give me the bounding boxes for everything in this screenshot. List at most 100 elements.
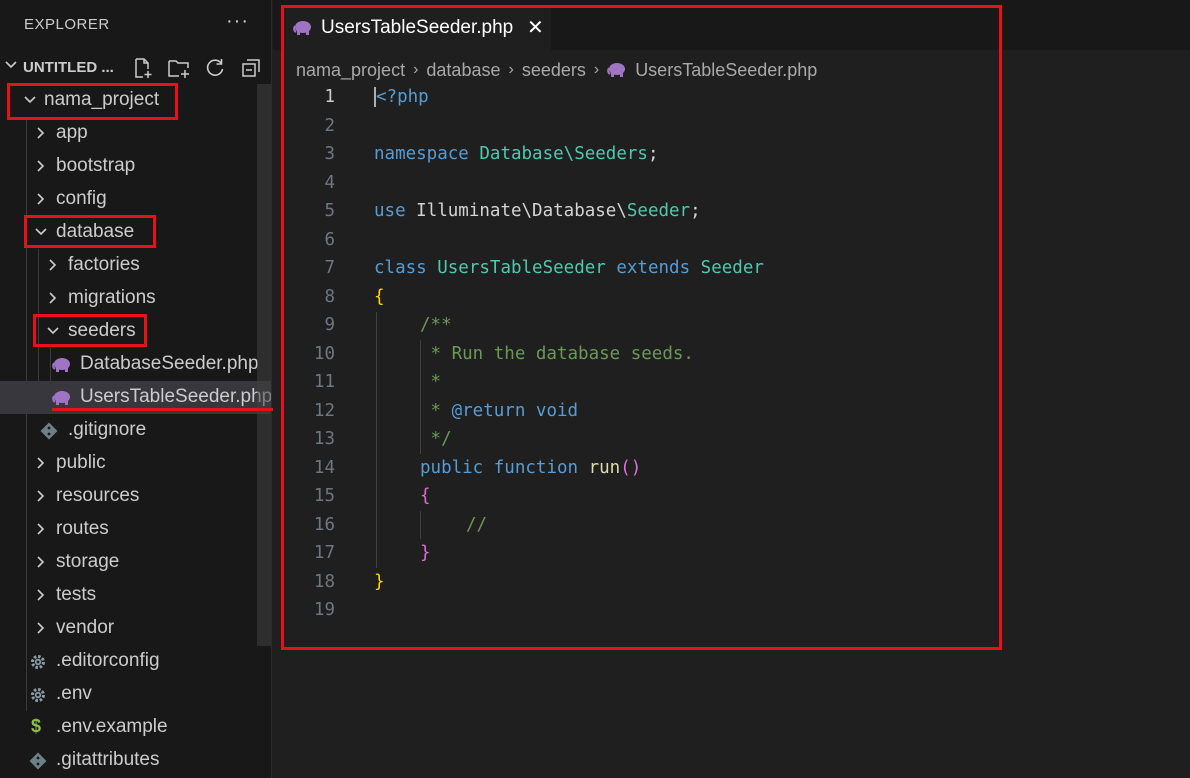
tree-folder-app[interactable]: app [0,117,271,150]
tree-folder-config[interactable]: config [0,183,271,216]
line-number: 17 [313,543,335,563]
tree-folder-routes[interactable]: routes [0,513,271,546]
tree-folder-storage[interactable]: storage [0,546,271,579]
tree-file-gitattributes[interactable]: .gitattributes [0,744,271,777]
tree-folder-public[interactable]: public [0,447,271,480]
tab-users-table-seeder[interactable]: UsersTableSeeder.php ✕ [281,6,551,50]
code-token: { [374,286,385,307]
tree-file-env[interactable]: .env [0,678,271,711]
php-elephant-icon [607,61,627,79]
workspace-section-header[interactable]: UNTITLED ... [0,50,271,84]
tree-file-database-seeder[interactable]: DatabaseSeeder.php [0,348,271,381]
code-token: // [466,514,488,535]
code-text: // [466,515,487,535]
code-token: ; [647,144,659,164]
code-text: } [420,543,431,563]
code-token: public [420,457,484,478]
code-text: class UsersTableSeeder extends Seeder [374,258,764,278]
line-number: 19 [313,600,335,620]
code-token: void [535,400,579,421]
code-line: 17 } [273,540,1190,569]
tree-folder-database[interactable]: database [0,216,271,249]
code-line: 11 * [273,369,1190,398]
code-token: run [588,457,621,478]
code-line: 16 // [273,512,1190,541]
tree-item-label: storage [56,551,120,572]
tree-item-label: .env.example [56,716,168,737]
code-token: /** [420,315,452,335]
tree-folder-bootstrap[interactable]: bootstrap [0,150,271,183]
tree-folder-nama-project[interactable]: nama_project [0,84,271,117]
explorer-header: EXPLORER ··· [0,0,271,50]
close-icon[interactable]: ✕ [527,15,544,40]
gear-icon [29,686,47,704]
code-token: function [493,457,579,478]
code-text: */ [420,429,452,449]
tree-folder-migrations[interactable]: migrations [0,282,271,315]
line-number: 2 [324,115,335,136]
collapse-all-icon[interactable] [238,55,264,81]
dollar-icon: $ [31,716,42,736]
php-elephant-icon [52,356,70,374]
chevron-right-icon [45,289,61,307]
more-actions-button[interactable]: ··· [226,10,249,33]
workspace-title: UNTITLED ... [23,59,114,76]
sidebar-scrollbar[interactable] [257,84,271,646]
breadcrumb-item[interactable]: database [426,60,500,81]
code-text: <?php [374,87,429,107]
tree-item-label: app [56,122,88,143]
new-folder-icon[interactable] [166,55,192,81]
tree-folder-resources[interactable]: resources [0,480,271,513]
code-token: namespace [374,144,469,164]
tree-folder-tests[interactable]: tests [0,579,271,612]
chevron-down-icon [45,322,61,340]
code-text: * [420,372,442,392]
breadcrumb-item[interactable]: nama_project [296,60,405,81]
code-token: ; [690,201,701,221]
tree-item-label: DatabaseSeeder.php [80,353,259,374]
tree-file-editorconfig[interactable]: .editorconfig [0,645,271,678]
tree-file-gitignore[interactable]: .gitignore [0,414,271,447]
chevron-right-icon [33,520,49,538]
tree-item-label: database [56,221,135,242]
code-token: * Run the database seeds. [420,343,694,364]
tree-item-label: bootstrap [56,155,136,176]
code-line: 19 [273,597,1190,626]
code-text: * Run the database seeds. [420,344,694,364]
breadcrumb-item[interactable]: UsersTableSeeder.php [635,60,817,81]
tree-item-label: .editorconfig [56,650,160,671]
breadcrumb-item[interactable]: seeders [522,60,586,81]
tree-file-env-example[interactable]: $ .env.example [0,711,271,744]
chevron-right-icon [33,586,49,604]
refresh-icon[interactable] [202,55,228,81]
tree-file-users-table-seeder[interactable]: UsersTableSeeder.php [0,381,271,414]
git-icon [29,752,47,770]
code-line: 1 <?php [273,84,1190,113]
line-number: 14 [313,457,335,478]
tree-item-label: tests [56,584,97,605]
code-line: 10 * Run the database seeds. [273,341,1190,370]
code-line: 7 class UsersTableSeeder extends Seeder [273,255,1190,284]
code-token: Seeder [626,201,691,221]
code-line: 3 namespace Database\Seeders; [273,141,1190,170]
code-token: Database\Seeders [479,144,648,164]
tree-folder-seeders[interactable]: seeders [0,315,271,348]
code-token: class [374,258,427,278]
code-token: Illuminate\Database\ [416,201,627,221]
code-text: { [420,486,431,506]
git-icon [40,422,58,440]
tree-folder-factories[interactable]: factories [0,249,271,282]
code-token: <?php [374,87,429,107]
code-token: } [420,543,431,563]
code-line: 8 { [273,284,1190,313]
line-number: 3 [324,144,335,164]
code-token: } [374,571,385,592]
tree-item-label: config [56,188,107,209]
tree-folder-vendor[interactable]: vendor [0,612,271,645]
chevron-right-icon [33,454,49,472]
code-token: extends [616,258,691,278]
explorer-title: EXPLORER [24,16,110,33]
new-file-icon[interactable] [130,55,156,81]
code-text: * @return void [420,400,579,421]
line-number: 7 [324,258,335,278]
